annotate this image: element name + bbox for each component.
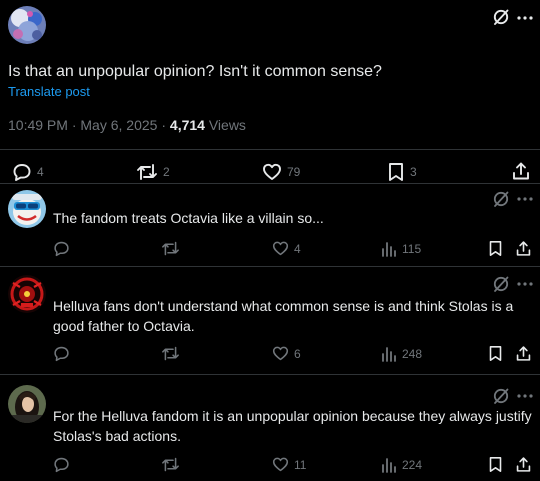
more-icon[interactable]	[517, 16, 533, 20]
divider	[0, 374, 540, 375]
views-button[interactable]: 115	[381, 240, 421, 257]
views-icon	[382, 458, 396, 473]
reply-avatar[interactable]	[8, 385, 46, 423]
like-button[interactable]: 4	[272, 240, 301, 257]
bookmark-button[interactable]: 3	[387, 162, 417, 182]
reply-count: 4	[37, 165, 44, 179]
heart-icon	[272, 457, 289, 472]
share-button[interactable]	[515, 345, 532, 362]
translate-post-link[interactable]: Translate post	[8, 84, 90, 99]
reply-text: The fandom treats Octavia like a villain…	[53, 210, 324, 226]
views-count: 224	[402, 457, 423, 472]
grok-icon[interactable]	[492, 8, 510, 26]
reply-text: For the Helluva fandom it is an unpopula…	[53, 408, 532, 444]
post-text: Is that an unpopular opinion? Isn't it c…	[8, 63, 382, 80]
reply-button[interactable]	[53, 240, 70, 257]
views-count: 4,714	[169, 117, 205, 133]
bookmark-count: 3	[410, 165, 417, 179]
repost-icon	[162, 457, 179, 472]
repost-button[interactable]	[161, 240, 180, 257]
post-date[interactable]: May 6, 2025	[80, 117, 157, 133]
views-count: 248	[402, 346, 423, 361]
like-button[interactable]: 6	[272, 345, 301, 362]
reply-icon	[54, 457, 69, 473]
share-button[interactable]	[515, 456, 532, 473]
heart-icon	[272, 346, 289, 361]
repost-icon	[162, 346, 179, 361]
share-icon	[516, 346, 531, 361]
like-button[interactable]: 11	[272, 456, 306, 473]
reply-avatar[interactable]	[8, 275, 46, 313]
bookmark-icon	[389, 163, 403, 181]
like-count: 4	[294, 241, 301, 256]
bookmark-icon	[489, 346, 502, 361]
meta-separator: ·	[161, 117, 167, 133]
divider	[0, 149, 540, 150]
bookmark-button[interactable]	[488, 240, 503, 257]
share-icon	[516, 457, 531, 472]
divider	[0, 183, 540, 184]
heart-icon	[272, 241, 289, 256]
more-icon[interactable]	[517, 197, 533, 201]
repost-button[interactable]	[161, 456, 180, 473]
reply-button[interactable]	[53, 456, 70, 473]
repost-count: 2	[163, 165, 170, 179]
grok-icon[interactable]	[492, 275, 510, 293]
views-icon	[382, 242, 396, 257]
like-button[interactable]: 79	[262, 162, 300, 182]
share-button[interactable]	[515, 240, 532, 257]
views-count: 115	[402, 241, 422, 256]
reply-text: Helluva fans don't understand what commo…	[53, 298, 514, 334]
like-count: 79	[287, 165, 301, 179]
heart-icon	[263, 163, 281, 180]
repost-button[interactable]: 2	[136, 162, 170, 182]
repost-button[interactable]	[161, 345, 180, 362]
bookmark-icon	[489, 457, 502, 472]
views-button[interactable]: 248	[381, 345, 422, 362]
reply-icon	[54, 346, 69, 362]
repost-icon	[137, 164, 157, 180]
post-time[interactable]: 10:49 PM	[8, 117, 68, 133]
like-count: 6	[294, 346, 301, 361]
views-label: Views	[208, 117, 246, 133]
bookmark-button[interactable]	[488, 456, 503, 473]
grok-icon[interactable]	[492, 190, 510, 208]
author-avatar[interactable]	[8, 6, 46, 44]
reply-avatar[interactable]	[8, 190, 46, 228]
reply-icon	[54, 241, 69, 257]
meta-separator: ·	[71, 117, 77, 133]
bookmark-button[interactable]	[488, 345, 503, 362]
share-icon	[516, 241, 531, 256]
views-icon	[382, 347, 396, 362]
like-count: 11	[294, 457, 307, 472]
reply-button[interactable]	[53, 345, 70, 362]
reply-button[interactable]: 4	[12, 162, 44, 182]
bookmark-icon	[489, 241, 502, 256]
repost-icon	[162, 241, 179, 256]
views-button[interactable]: 224	[381, 456, 422, 473]
share-button[interactable]	[511, 161, 531, 181]
grok-icon[interactable]	[492, 387, 510, 405]
reply-icon	[13, 164, 31, 181]
more-icon[interactable]	[517, 282, 533, 286]
divider	[0, 266, 540, 267]
share-icon	[513, 162, 529, 180]
more-icon[interactable]	[517, 394, 533, 398]
post-meta: 10:49 PM · May 6, 2025 · 4,714 Views	[8, 117, 246, 133]
